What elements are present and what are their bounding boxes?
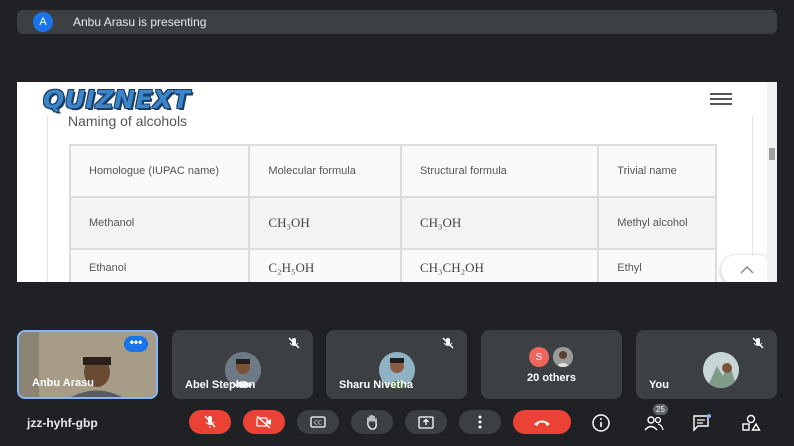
activities-button[interactable] (740, 412, 762, 434)
participant-tile-others[interactable]: S 20 others (481, 330, 622, 399)
raise-hand-button[interactable] (351, 410, 393, 434)
shared-screen: QUIZNEXT Naming of alcohols Homologue (I… (17, 82, 777, 282)
table-cell: CH₃CH₂OH (399, 248, 600, 282)
chat-icon (693, 414, 711, 432)
present-screen-button[interactable] (405, 410, 447, 434)
presenting-banner: A Anbu Arasu is presenting (17, 10, 777, 34)
scroll-to-top-button[interactable] (721, 255, 773, 282)
avatar (553, 347, 573, 367)
participants-count-badge: 25 (653, 404, 668, 415)
table-cell: Methanol (68, 196, 251, 250)
chat-button[interactable] (691, 412, 713, 434)
table-cell: Ethanol (68, 248, 251, 282)
people-button[interactable] (641, 412, 667, 434)
people-icon (644, 416, 664, 431)
chevron-up-icon (740, 266, 754, 274)
participant-name: Sharu Nivetha (339, 379, 413, 391)
more-options-button[interactable] (459, 410, 501, 434)
more-vert-icon (478, 415, 482, 429)
participant-tile-sharu-nivetha[interactable]: Sharu Nivetha (326, 330, 467, 399)
svg-text:CC: CC (314, 421, 322, 427)
captions-icon: CC (310, 416, 326, 428)
hamburger-menu-icon (710, 93, 732, 105)
participant-name: You (649, 379, 669, 391)
page-content: Naming of alcohols Homologue (IUPAC name… (47, 113, 773, 282)
presenting-text: Anbu Arasu is presenting (73, 15, 207, 29)
vertical-scrollbar[interactable] (767, 82, 777, 282)
table-header-cell: Homologue (IUPAC name) (68, 144, 251, 198)
table-header-cell: Structural formula (399, 144, 600, 198)
meeting-details-button[interactable] (590, 412, 612, 434)
participant-name: Abel Stephen (185, 379, 256, 391)
leave-call-button[interactable] (513, 410, 571, 434)
meeting-code: jzz-hyhf-gbp (27, 416, 98, 430)
more-options-button[interactable]: ••• (124, 336, 148, 352)
table-header-cell: Trivial name (597, 144, 717, 198)
camera-toggle-button[interactable] (243, 410, 285, 434)
mic-off-icon (752, 337, 764, 349)
site-header: QUIZNEXT (17, 82, 777, 116)
page-heading: Naming of alcohols (68, 113, 188, 129)
alcohols-table: Homologue (IUPAC name) Molecular formula… (68, 144, 717, 282)
captions-button[interactable]: CC (297, 410, 339, 434)
table-row: Ethanol C₂H₅OH CH₃CH₂OH Ethyl (68, 248, 717, 282)
activities-icon (742, 414, 761, 431)
table-row: Methanol CH₃OH CH₃OH Methyl alcohol (68, 196, 717, 250)
table-header-cell: Molecular formula (248, 144, 402, 198)
mic-off-icon (442, 337, 454, 349)
presenter-avatar: A (33, 12, 53, 32)
mic-toggle-button[interactable] (189, 410, 231, 434)
table-header-row: Homologue (IUPAC name) Molecular formula… (68, 144, 717, 198)
scrollbar-thumb[interactable] (769, 148, 775, 160)
avatar (702, 352, 739, 388)
table-cell: Methyl alcohol (597, 196, 717, 250)
avatar: S (529, 347, 549, 367)
mic-off-icon (204, 415, 216, 428)
table-cell: C₂H₅OH (248, 248, 402, 282)
participant-tile-anbu-arasu[interactable]: ••• Anbu Arasu (17, 330, 158, 399)
participant-name: Anbu Arasu (32, 377, 94, 389)
table-cell: CH₃OH (399, 196, 600, 250)
table-cell: CH₃OH (248, 196, 402, 250)
hand-icon (367, 414, 377, 430)
end-call-icon (534, 420, 550, 426)
present-screen-icon (418, 415, 434, 429)
participant-tile-you[interactable]: You (636, 330, 777, 399)
quiznext-logo: QUIZNEXT (43, 85, 191, 114)
info-icon (592, 414, 610, 432)
participant-tile-abel-stephen[interactable]: Abel Stephen (172, 330, 313, 399)
camera-off-icon (256, 415, 271, 429)
table-cell: Ethyl (597, 248, 717, 282)
others-count: 20 others (527, 372, 576, 384)
mic-off-icon (288, 337, 300, 349)
